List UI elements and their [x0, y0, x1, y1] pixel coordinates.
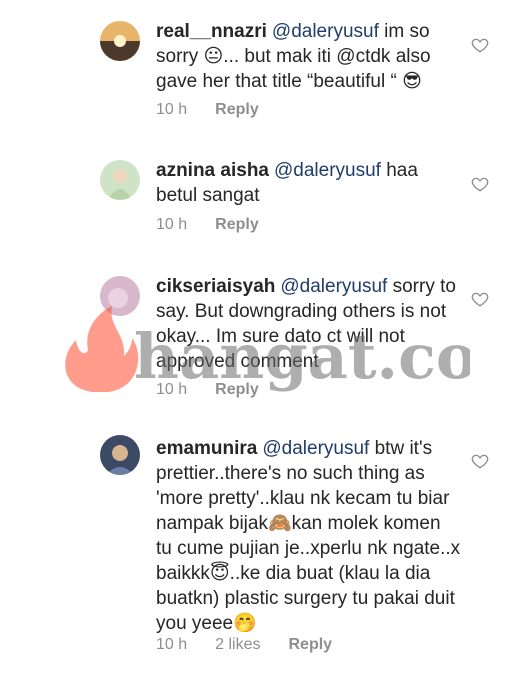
comment-text: btw it's prettier..there's no such thing… — [156, 438, 461, 634]
comment-meta: 10 h 2 likes Reply — [156, 636, 360, 654]
heart-outline-icon[interactable] — [471, 290, 489, 308]
heart-outline-icon[interactable] — [471, 36, 489, 54]
comment-mention[interactable]: @daleryusuf — [262, 438, 369, 459]
comment-body: cikseriaisyah @daleryusuf sorry to say. B… — [156, 274, 461, 374]
comment-time: 10 h — [156, 216, 188, 233]
avatar[interactable] — [100, 160, 140, 200]
comment-meta: 10 h Reply — [156, 101, 287, 119]
reply-button[interactable]: Reply — [289, 636, 333, 653]
comment-username[interactable]: aznina aisha — [156, 160, 269, 181]
comment-username[interactable]: cikseriaisyah — [156, 276, 275, 297]
heart-outline-icon[interactable] — [471, 452, 489, 470]
flame-icon — [65, 306, 139, 392]
comment-meta: 10 h Reply — [156, 216, 287, 234]
comment-username[interactable]: emamunira — [156, 438, 257, 459]
comment-mention[interactable]: @daleryusuf — [280, 276, 387, 297]
reply-button[interactable]: Reply — [215, 381, 259, 398]
comment-time: 10 h — [156, 636, 188, 653]
comment-body: emamunira @daleryusuf btw it's prettier..… — [156, 436, 461, 636]
comment-mention[interactable]: @daleryusuf — [274, 160, 381, 181]
comment-meta: 10 h Reply — [156, 381, 287, 399]
likes-count[interactable]: 2 likes — [215, 636, 260, 653]
comment-body: aznina aisha @daleryusuf haa betul sangat — [156, 158, 461, 208]
heart-outline-icon[interactable] — [471, 175, 489, 193]
comment-mention[interactable]: @daleryusuf — [272, 21, 379, 42]
reply-button[interactable]: Reply — [215, 216, 259, 233]
avatar[interactable] — [100, 435, 140, 475]
comment-username[interactable]: real__nnazri — [156, 21, 267, 42]
comment-body: real__nnazri @daleryusuf im so sorry 😐...… — [156, 19, 461, 94]
reply-button[interactable]: Reply — [215, 101, 259, 118]
comment-time: 10 h — [156, 101, 188, 118]
avatar[interactable] — [100, 276, 140, 316]
avatar[interactable] — [100, 21, 140, 61]
comment-time: 10 h — [156, 381, 188, 398]
